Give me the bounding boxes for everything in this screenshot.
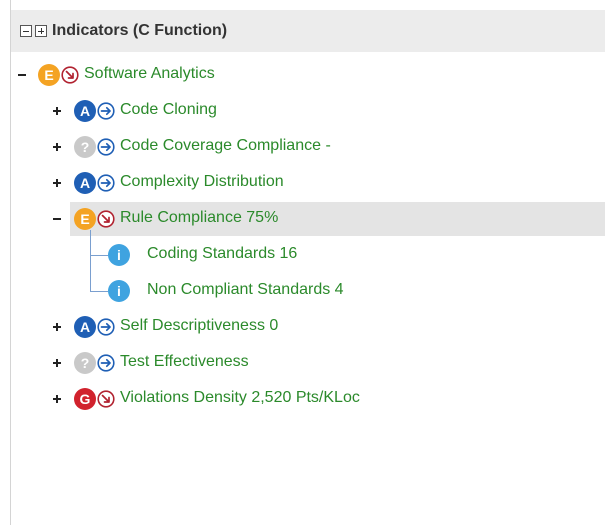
expand-toggle-icon[interactable] (52, 358, 62, 368)
grade-e-badge-icon: E (38, 64, 60, 86)
tree-node-label[interactable]: Violations Density 2,520 Pts/KLoc (120, 389, 360, 407)
tree-connector (90, 230, 91, 291)
trend-right-arrow-icon (97, 174, 115, 192)
expand-toggle-icon[interactable] (52, 106, 62, 116)
toggle-bar (56, 107, 58, 115)
tree-node-label[interactable]: Complexity Distribution (120, 173, 284, 191)
expand-toggle-icon[interactable] (52, 322, 62, 332)
grade-unknown-badge-icon: ? (74, 136, 96, 158)
trend-down-arrow-icon (61, 66, 79, 84)
tree-connector (90, 255, 108, 256)
tree-node-label[interactable]: Rule Compliance 75% (120, 209, 278, 227)
grade-a-badge-icon: A (74, 316, 96, 338)
tree-node-label[interactable]: Test Effectiveness (120, 353, 249, 371)
tree-node-label[interactable]: Self Descriptiveness 0 (120, 317, 278, 335)
trend-right-arrow-icon (97, 102, 115, 120)
expand-toggle-icon[interactable] (52, 142, 62, 152)
tree-connector (90, 291, 108, 292)
trend-down-arrow-icon (97, 390, 115, 408)
trend-down-arrow-icon (97, 210, 115, 228)
toggle-bar (53, 218, 61, 220)
tree-node-label[interactable]: Code Coverage Compliance - (120, 137, 331, 155)
collapse-toggle-icon[interactable] (17, 70, 27, 80)
collapse-toggle-icon[interactable] (52, 214, 62, 224)
info-icon: i (108, 244, 130, 266)
toggle-bar (56, 179, 58, 187)
tree-node-label[interactable]: Code Cloning (120, 101, 217, 119)
grade-e-badge-icon: E (74, 208, 96, 230)
grade-g-badge-icon: G (74, 388, 96, 410)
trend-right-arrow-icon (97, 318, 115, 336)
tree-leaf-label[interactable]: Coding Standards 16 (147, 245, 297, 263)
toggle-bar (56, 323, 58, 331)
tree-leaf-label[interactable]: Non Compliant Standards 4 (147, 281, 344, 299)
trend-right-arrow-icon (97, 138, 115, 156)
expand-toggle-icon[interactable] (52, 394, 62, 404)
toggle-bar (56, 359, 58, 367)
tree-node-label[interactable]: Software Analytics (84, 65, 215, 83)
expand-toggle-icon[interactable] (52, 178, 62, 188)
grade-a-badge-icon: A (74, 172, 96, 194)
toggle-bar (18, 74, 26, 76)
toggle-bar (56, 143, 58, 151)
toggle-bar (56, 395, 58, 403)
info-icon: i (108, 280, 130, 302)
grade-a-badge-icon: A (74, 100, 96, 122)
grade-unknown-badge-icon: ? (74, 352, 96, 374)
trend-right-arrow-icon (97, 354, 115, 372)
indicator-tree: E Software Analytics A Code Cloning? Code Co… (0, 0, 605, 525)
